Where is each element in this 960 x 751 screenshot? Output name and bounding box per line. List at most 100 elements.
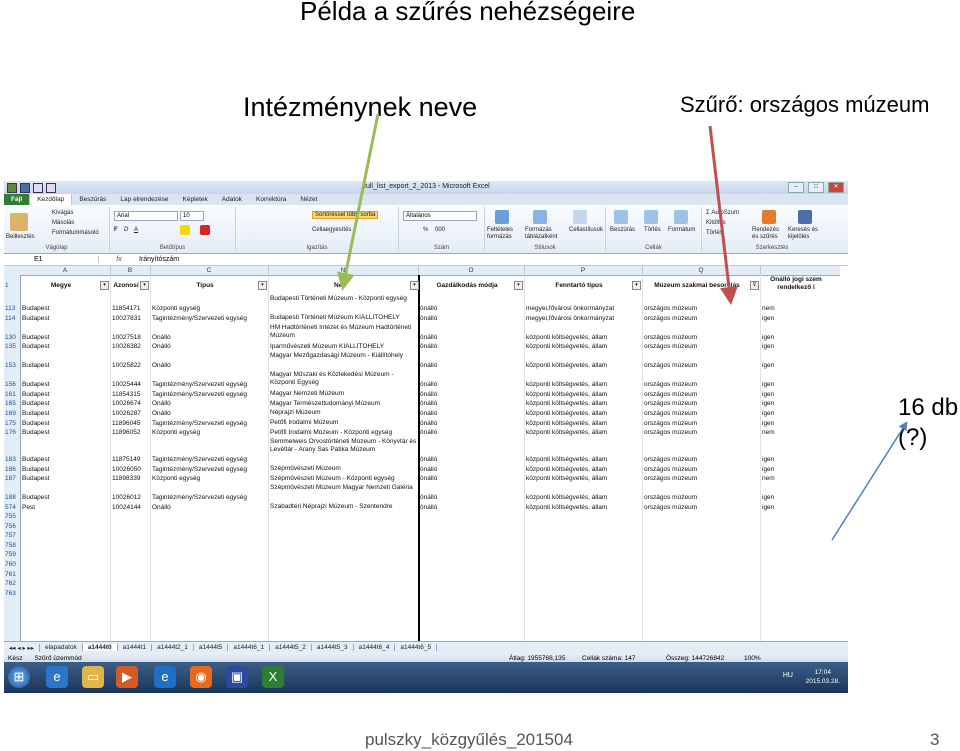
font-name-select[interactable]: Arial [114,211,178,221]
cell-nev[interactable]: Petőfi Irodalmi Múzeum [270,419,420,429]
cell-tipus[interactable]: Tagintézmény/Szervezeti egység [152,494,268,501]
cell-gazd[interactable]: önálló [420,315,524,322]
sheet-tab[interactable]: a1444t0 [82,644,118,651]
table-row[interactable]: 153 Budapest 10025822 Önálló Magyar Mezőgazd… [4,352,840,371]
cell-megye[interactable]: Budapest [22,429,110,436]
cell-azon[interactable]: 10025444 [112,381,150,388]
cell-azon[interactable]: 10027518 [112,334,150,341]
filter-dropdown-button[interactable]: ▾ [632,281,641,290]
cell-megye[interactable]: Budapest [22,362,110,369]
input-language[interactable]: HU [783,672,793,679]
fx-icon[interactable]: fx [99,256,139,263]
cell-besor[interactable]: országos múzeum [644,400,760,407]
cell-megye[interactable]: Budapest [22,334,110,341]
cell-tipus[interactable]: Önálló [152,400,268,407]
cell-gazd[interactable]: önálló [420,381,524,388]
tab-home[interactable]: Kezdőlap [29,193,73,205]
cell-besor[interactable]: országos múzeum [644,391,760,398]
cell-megye[interactable]: Budapest [22,494,110,501]
cell-besor[interactable]: országos múzeum [644,362,760,369]
format-painter-button[interactable]: Formátummásoló [52,230,99,236]
cell-azon[interactable]: 10025822 [112,362,150,369]
cell-megye[interactable]: Budapest [22,456,110,463]
cell-besor[interactable]: országos múzeum [644,494,760,501]
column-header[interactable]: O [418,266,525,275]
filter-dropdown-button[interactable]: ▾ [410,281,419,290]
cell-gazd[interactable]: önálló [420,410,524,417]
formula-input[interactable]: Irányítószám [139,256,179,263]
sheet-nav-arrows[interactable]: ◂◂ ◂ ▸ ▸▸ [4,643,40,652]
cell-azon[interactable]: 11896052 [112,429,150,436]
cell-gazd[interactable]: önálló [420,420,524,427]
cell-megye[interactable]: Pest [22,504,110,511]
redo-icon[interactable] [46,182,56,193]
paste-button[interactable]: Beillesztés [6,234,35,240]
cell-azon[interactable]: 10027831 [112,315,150,322]
minimize-button[interactable]: – [788,182,804,193]
cell-gazd[interactable]: önálló [420,429,524,436]
table-row[interactable]: 574 Pest 10024144 Önálló Szabadtéri Néprajzi… [4,503,840,513]
cell-tipus[interactable]: Tagintézmény/Szervezeti egység [152,391,268,398]
media-player-icon[interactable]: ▶ [116,666,138,688]
cell-megye[interactable]: Budapest [22,391,110,398]
cell-onallo[interactable]: igen [762,381,840,388]
cell-tipus[interactable]: Tagintézmény/Szervezeti egység [152,315,268,322]
sheet-tab[interactable]: elapadatok [40,644,83,651]
cell-besor[interactable]: országos múzeum [644,410,760,417]
filter-dropdown-button[interactable]: ▾ [514,281,523,290]
cell-onallo[interactable]: igen [762,504,840,511]
undo-icon[interactable] [33,182,43,193]
cell-fenn[interactable]: központi költségvetés, állam [526,362,642,369]
cell-azon[interactable]: 10026012 [112,494,150,501]
cell-onallo[interactable]: nem [762,429,840,436]
cell-megye[interactable]: Budapest [22,400,110,407]
column-header[interactable]: A [20,266,111,275]
conditional-format-button[interactable]: Feltételes formázás [487,227,527,241]
cell-tipus[interactable]: Tagintézmény/Szervezeti egység [152,381,268,388]
cell-nev[interactable]: Magyar Nemzeti Múzeum [270,390,420,400]
clock[interactable]: 17:04 2015.03.28. [806,668,840,686]
cell-nev[interactable]: Iparművészeti Múzeum KIÁLLÍTÓHELY [270,343,420,353]
cell-gazd[interactable]: önálló [420,305,524,312]
cell-onallo[interactable]: igen [762,456,840,463]
cell-nev[interactable]: Szépművészeti Múzeum Magyar Nemzeti Galé… [270,484,420,503]
fill-color-icon[interactable] [180,225,190,235]
cell-gazd[interactable]: önálló [420,400,524,407]
cell-nev[interactable]: Néprajzi Múzeum [270,409,420,419]
cell-nev[interactable]: Budapesti Történeti Múzeum - Központi eg… [270,295,420,314]
empty-row[interactable]: 756 [4,523,840,533]
cell-azon[interactable]: 10026382 [112,343,150,350]
empty-row[interactable]: 760 [4,561,840,571]
cell-azon[interactable]: 10026050 [112,466,150,473]
cell-nev[interactable]: Semmelweis Orvostörténeti Múzeum - Könyv… [270,438,420,465]
filter-dropdown-button[interactable]: ▾ [140,281,149,290]
excel-taskbar-icon[interactable]: X [262,666,284,688]
sheet-tab[interactable]: a1444t6_1 [228,644,271,651]
font-color-icon[interactable] [200,225,210,235]
table-row[interactable]: 114 Budapest 10027831 Tagintézmény/Szerveze… [4,314,840,324]
merge-cells-button[interactable]: Cellaegyesítés [312,227,351,233]
column-header[interactable]: P [524,266,643,275]
underline-button[interactable]: A [134,227,138,233]
column-header[interactable]: C [150,266,269,275]
cell-megye[interactable]: Budapest [22,381,110,388]
start-button-icon[interactable]: ⊞ [8,666,30,688]
cell-megye[interactable]: Budapest [22,466,110,473]
cell-besor[interactable]: országos múzeum [644,315,760,322]
cell-fenn[interactable]: központi költségvetés, állam [526,456,642,463]
table-row[interactable]: 113 Budapest 11854171 Központi egység Budape… [4,295,840,314]
cell-fenn[interactable]: megyei,fővárosi önkormányzat [526,305,642,312]
table-row[interactable]: 165 Budapest 10026674 Önálló Magyar Természe… [4,400,840,410]
cell-fenn[interactable]: központi költségvetés, állam [526,429,642,436]
cell-fenn[interactable]: központi költségvetés, állam [526,391,642,398]
cell-azon[interactable]: 11854315 [112,391,150,398]
cell-fenn[interactable]: megyei,fővárosi önkormányzat [526,315,642,322]
cell-azon[interactable]: 11875149 [112,456,150,463]
status-zoom[interactable]: 100% [744,655,761,662]
cell-megye[interactable]: Budapest [22,475,110,482]
copy-button[interactable]: Másolás [52,220,74,226]
folder-icon[interactable]: ▭ [82,666,104,688]
cell-onallo[interactable]: nem [762,305,840,312]
table-row[interactable]: 169 Budapest 10026287 Önálló Néprajzi Múzeum… [4,409,840,419]
sheet-tab[interactable]: a1444t5 [194,644,229,651]
